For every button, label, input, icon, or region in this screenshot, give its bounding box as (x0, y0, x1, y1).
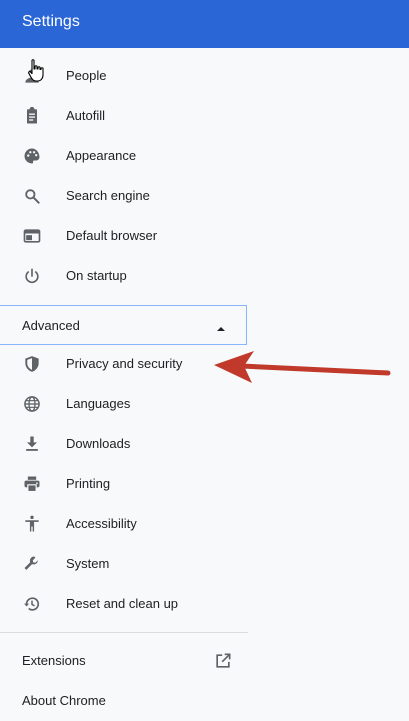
accessibility-icon (22, 514, 42, 534)
sidebar-item-downloads[interactable]: Downloads (0, 424, 248, 464)
sidebar-item-label: Accessibility (66, 516, 137, 531)
sidebar-item-label: About Chrome (22, 693, 106, 708)
sidebar-item-label: Printing (66, 476, 111, 491)
sidebar-item-search-engine[interactable]: Search engine (0, 176, 248, 216)
sidebar-item-default-browser[interactable]: Default browser (0, 216, 248, 256)
browser-icon (22, 226, 42, 246)
history-icon (22, 594, 42, 614)
sidebar-item-label: Default browser (66, 228, 158, 243)
sidebar-item-label: On startup (66, 268, 127, 283)
wrench-icon (22, 554, 42, 574)
download-icon (22, 434, 42, 454)
settings-header: Settings (0, 0, 409, 48)
sidebar-item-printing[interactable]: Printing (0, 464, 248, 504)
shield-icon (22, 354, 42, 374)
caret-up-icon (216, 321, 226, 331)
sidebar-item-label: Search engine (66, 188, 150, 203)
palette-icon (22, 146, 42, 166)
sidebar-item-system[interactable]: System (0, 544, 248, 584)
sidebar-item-accessibility[interactable]: Accessibility (0, 504, 248, 544)
sidebar-item-label: Reset and clean up (66, 596, 179, 611)
page-title: Settings (22, 13, 80, 30)
sidebar-item-label: Languages (66, 396, 131, 411)
advanced-section-toggle[interactable]: Advanced (0, 305, 247, 345)
sidebar-item-label: People (66, 68, 107, 83)
sidebar-item-about-chrome[interactable]: About Chrome (0, 681, 248, 721)
sidebar-item-reset-clean-up[interactable]: Reset and clean up (0, 584, 248, 624)
globe-icon (22, 394, 42, 414)
printer-icon (22, 474, 42, 494)
sidebar-item-on-startup[interactable]: On startup (0, 256, 248, 296)
sidebar-item-autofill[interactable]: Autofill (0, 96, 248, 136)
sidebar-item-label: System (66, 556, 110, 571)
hand-cursor-icon (27, 58, 47, 84)
sidebar-divider (0, 632, 248, 633)
sidebar-item-appearance[interactable]: Appearance (0, 136, 248, 176)
open-in-new-icon[interactable] (213, 651, 233, 671)
annotation-arrow (208, 348, 393, 388)
sidebar-item-label: Downloads (66, 436, 131, 451)
sidebar-item-label: Privacy and security (66, 356, 183, 371)
sidebar-item-extensions[interactable]: Extensions (0, 641, 248, 681)
power-icon (22, 266, 42, 286)
advanced-label: Advanced (22, 318, 80, 333)
sidebar-item-languages[interactable]: Languages (0, 384, 248, 424)
clipboard-icon (22, 106, 42, 126)
sidebar-item-label: Extensions (22, 653, 86, 668)
search-icon (22, 186, 42, 206)
sidebar-item-label: Autofill (66, 108, 106, 123)
sidebar-item-label: Appearance (66, 148, 137, 163)
